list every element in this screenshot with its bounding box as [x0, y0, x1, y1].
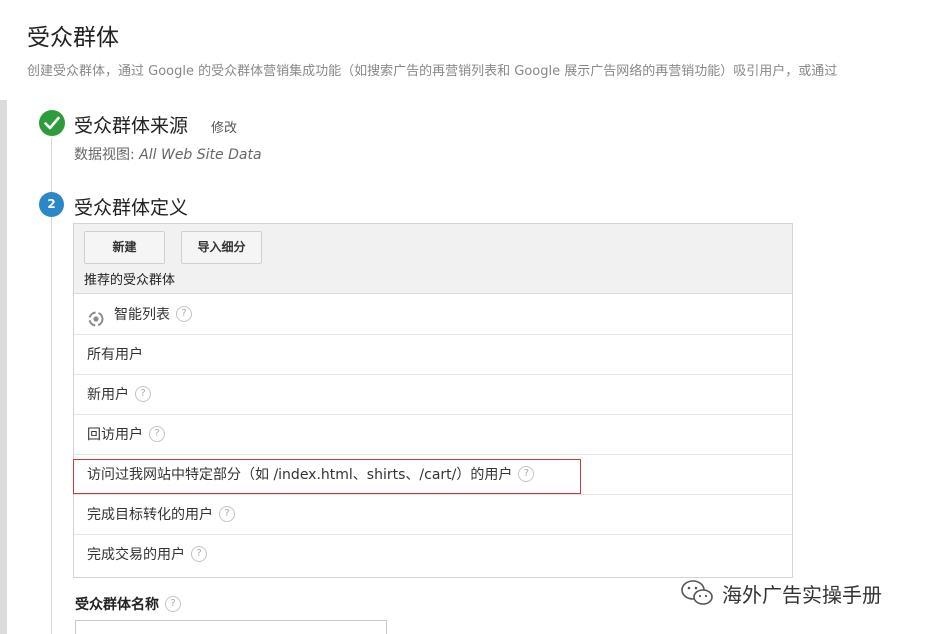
list-item-new-users[interactable]: 新用户?	[74, 375, 792, 415]
wechat-icon	[681, 580, 713, 605]
help-icon[interactable]: ?	[165, 596, 181, 612]
new-button[interactable]: 新建	[84, 231, 165, 264]
page-description: 创建受众群体，通过 Google 的受众群体营销集成功能（如搜索广告的再营销列表…	[27, 64, 838, 79]
step-definition-title: 受众群体定义	[74, 197, 189, 219]
dataview-info: 数据视图: All Web Site Data	[74, 144, 262, 164]
dataview-value: All Web Site Data	[139, 147, 262, 163]
edit-source-link[interactable]: 修改	[211, 117, 237, 136]
list-item-label: 新用户	[87, 387, 129, 403]
checkmark-icon	[39, 110, 65, 136]
smart-list-icon	[87, 304, 105, 327]
audience-name-input[interactable]	[75, 620, 387, 634]
page-title: 受众群体	[27, 25, 119, 51]
list-item-label: 智能列表	[114, 307, 170, 323]
audience-definition-panel: 新建 导入细分 推荐的受众群体 智能列表? 所有用户 新用户? 回访用户? 访问…	[73, 223, 793, 578]
dataview-label: 数据视图:	[74, 147, 140, 163]
recommended-audiences-header: 推荐的受众群体	[74, 269, 792, 294]
import-segment-button[interactable]: 导入细分	[181, 231, 262, 264]
help-icon[interactable]: ?	[518, 466, 535, 482]
audience-name-label: 受众群体名称?	[75, 594, 181, 614]
list-item-smart-list[interactable]: 智能列表?	[74, 295, 792, 335]
list-item-visited-section[interactable]: 访问过我网站中特定部分（如 /index.html、shirts、/cart/）…	[74, 455, 792, 495]
list-item-all-users[interactable]: 所有用户	[74, 335, 792, 375]
list-item-transaction-completers[interactable]: 完成交易的用户?	[74, 535, 792, 575]
panel-toolbar: 新建 导入细分	[74, 224, 792, 269]
help-icon[interactable]: ?	[219, 506, 235, 522]
help-icon[interactable]: ?	[149, 426, 165, 442]
list-item-goal-completers[interactable]: 完成目标转化的用户?	[74, 495, 792, 535]
step-source-title: 受众群体来源	[74, 115, 189, 137]
audience-name-text: 受众群体名称	[75, 597, 159, 613]
list-item-returning-users[interactable]: 回访用户?	[74, 415, 792, 455]
watermark: 海外广告实操手册	[680, 578, 882, 608]
watermark-text: 海外广告实操手册	[722, 582, 882, 607]
list-item-label: 回访用户	[87, 427, 143, 443]
help-icon[interactable]: ?	[191, 546, 207, 562]
help-icon[interactable]: ?	[176, 306, 192, 322]
list-item-label: 所有用户	[87, 347, 143, 363]
help-icon[interactable]: ?	[135, 386, 151, 402]
left-scroll-gutter	[0, 100, 7, 634]
list-item-label: 完成目标转化的用户	[87, 507, 213, 523]
list-item-label: 访问过我网站中特定部分（如 /index.html、shirts、/cart/）…	[87, 467, 513, 483]
step-number-badge: 2	[39, 192, 64, 217]
list-item-label: 完成交易的用户	[87, 547, 185, 563]
